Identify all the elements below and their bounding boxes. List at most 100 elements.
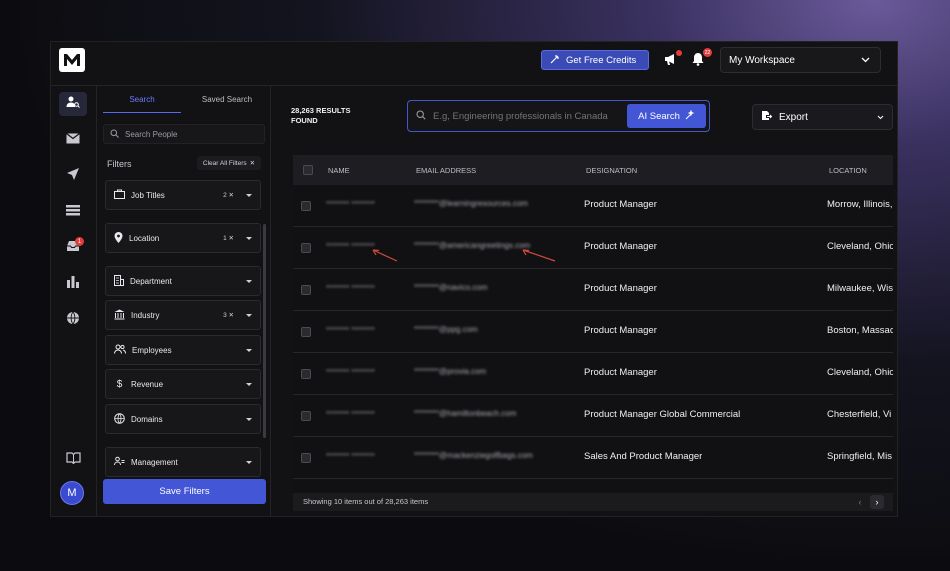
filter-revenue[interactable]: $ Revenue [105, 369, 261, 399]
row-checkbox[interactable] [301, 243, 311, 253]
filter-employees[interactable]: Employees [105, 335, 261, 365]
rail-item-inbox[interactable]: 1 [59, 236, 87, 260]
clear-filters-label: Clear All Filters [202, 159, 247, 167]
bar-chart-icon [66, 275, 80, 293]
filter-department[interactable]: Department [105, 266, 261, 296]
prev-page-button[interactable]: ‹ [853, 495, 867, 509]
chevron-down-icon [246, 313, 252, 317]
avatar[interactable]: M [60, 481, 84, 505]
results-table: NAME EMAIL ADDRESS DESIGNATION LOCATION … [293, 155, 893, 511]
filter-domains[interactable]: Domains [105, 404, 261, 434]
filter-management[interactable]: Management [105, 447, 261, 477]
rail-item-docs[interactable] [59, 448, 87, 472]
rail-item-people-search[interactable] [59, 92, 87, 116]
column-header-email[interactable]: EMAIL ADDRESS [416, 166, 476, 175]
table-row[interactable]: ******** ******** ********@provia.com Pr… [293, 353, 893, 395]
table-row[interactable]: ******** ******** ********@navico.com Pr… [293, 269, 893, 311]
contact-designation: Sales And Product Manager [584, 451, 703, 462]
search-icon [416, 107, 426, 125]
contact-email: ********@hamiltonbeach.com [414, 409, 517, 418]
row-checkbox[interactable] [301, 201, 311, 211]
dollar-icon: $ [116, 378, 123, 390]
chevron-down-icon [861, 55, 870, 66]
table-row[interactable]: ******** ******** ********@mackenziegolf… [293, 437, 893, 479]
contact-designation: Product Manager [584, 367, 657, 378]
table-row[interactable]: ******** ******** ********@learningresou… [293, 185, 893, 227]
pagination-summary: Showing 10 items out of 28,263 items [303, 497, 429, 506]
row-checkbox[interactable] [301, 453, 311, 463]
globe-icon [66, 311, 80, 330]
filter-scrollbar[interactable] [263, 224, 266, 438]
next-page-button[interactable]: › [870, 495, 884, 509]
users-icon [114, 344, 126, 356]
list-icon [66, 203, 80, 221]
tab-saved-search[interactable]: Saved Search [189, 95, 265, 113]
filter-count-chip[interactable]: 2 ✕ [223, 191, 234, 199]
workspace-dropdown[interactable]: My Workspace [720, 47, 881, 73]
chevron-down-icon [246, 348, 252, 352]
contact-designation: Product Manager [584, 199, 657, 210]
get-free-credits-button[interactable]: Get Free Credits [541, 50, 649, 70]
contact-designation: Product Manager [584, 325, 657, 336]
chevron-down-icon [877, 112, 884, 123]
filter-location[interactable]: Location 1 ✕ [105, 223, 261, 253]
row-checkbox[interactable] [301, 369, 311, 379]
filter-label: Employees [132, 345, 172, 355]
column-header-location[interactable]: LOCATION [829, 166, 867, 175]
contact-name: ******** ******** [326, 451, 375, 460]
column-header-name[interactable]: NAME [328, 166, 350, 175]
user-search-icon [66, 95, 80, 114]
chevron-down-icon [246, 236, 252, 240]
search-people-input[interactable]: Search People [103, 124, 265, 144]
clear-all-filters-button[interactable]: Clear All Filters ✕ [197, 156, 261, 170]
filter-count-chip[interactable]: 3 ✕ [223, 311, 234, 319]
save-filters-button[interactable]: Save Filters [103, 479, 266, 504]
contact-email: ********@mackenziegolfbags.com [414, 451, 533, 460]
rail-item-lists[interactable] [59, 200, 87, 224]
filter-industry[interactable]: Industry 3 ✕ [105, 300, 261, 330]
book-open-icon [65, 451, 81, 469]
rail-item-campaigns[interactable] [59, 164, 87, 188]
filter-label: Revenue [131, 379, 164, 389]
tab-search[interactable]: Search [103, 95, 181, 113]
filter-job-titles[interactable]: Job Titles 2 ✕ [105, 180, 261, 210]
contact-location: Morrow, Illinois, [827, 199, 893, 210]
select-all-checkbox[interactable] [303, 165, 313, 175]
rail-item-mail[interactable] [59, 128, 87, 152]
chevron-down-icon [246, 460, 252, 464]
table-row[interactable]: ******** ******** ********@ppg.com Produ… [293, 311, 893, 353]
ai-search-bar: AI Search [407, 100, 710, 132]
mail-icon [66, 131, 80, 149]
app-window: Get Free Credits 22 My Workspace 1 M Sea… [50, 41, 898, 517]
rail-item-analytics[interactable] [59, 272, 87, 296]
contact-email: ********@provia.com [414, 367, 487, 376]
app-logo[interactable] [59, 48, 85, 72]
export-dropdown[interactable]: Export [752, 104, 893, 130]
bell-icon[interactable]: 22 [691, 48, 712, 68]
filter-label: Department [130, 276, 172, 286]
filter-label: Location [129, 233, 160, 243]
filter-label: Job Titles [131, 190, 165, 200]
row-checkbox[interactable] [301, 327, 311, 337]
row-checkbox[interactable] [301, 285, 311, 295]
inbox-badge: 1 [75, 237, 84, 246]
magic-wand-icon [550, 54, 560, 67]
ai-search-label: AI Search [638, 110, 680, 122]
credits-label: Get Free Credits [566, 54, 637, 66]
annotation-arrow [372, 249, 398, 262]
table-row[interactable]: ******** ******** ********@hamiltonbeach… [293, 395, 893, 437]
row-checkbox[interactable] [301, 411, 311, 421]
filter-count-chip[interactable]: 1 ✕ [223, 234, 234, 242]
ai-search-input[interactable] [433, 110, 620, 122]
export-label: Export [779, 111, 808, 123]
building-icon [114, 274, 124, 288]
contact-name: ******** ******** [326, 367, 375, 376]
table-footer: Showing 10 items out of 28,263 items ‹ › [293, 493, 893, 511]
ai-search-button[interactable]: AI Search [627, 104, 706, 128]
rail-item-domains[interactable] [59, 308, 87, 332]
column-header-designation[interactable]: DESIGNATION [586, 166, 637, 175]
results-count-value: 28,263 RESULTS [291, 106, 351, 115]
chevron-down-icon [246, 417, 252, 421]
megaphone-icon[interactable] [663, 50, 682, 68]
table-header: NAME EMAIL ADDRESS DESIGNATION LOCATION [293, 155, 893, 185]
